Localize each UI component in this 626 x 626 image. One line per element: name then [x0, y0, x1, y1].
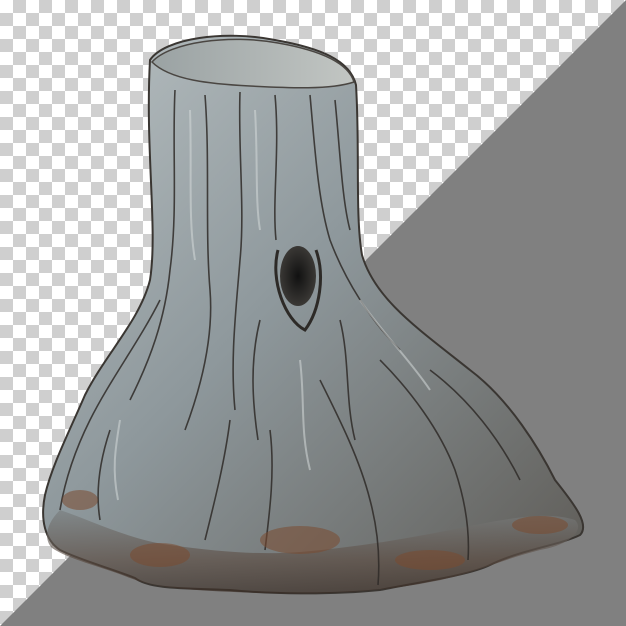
knot-hole — [280, 246, 316, 306]
image-canvas — [0, 0, 626, 626]
tree-stump-image — [42, 34, 585, 595]
